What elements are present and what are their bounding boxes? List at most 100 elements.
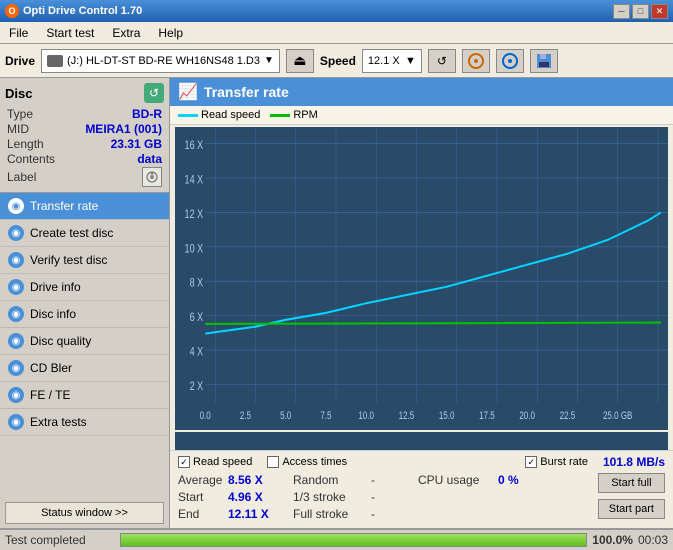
disc-type-value: BD-R [132, 107, 162, 121]
legend-rpm: RPM [270, 109, 317, 121]
cb-burst-rate: Burst rate [525, 456, 588, 468]
stat-cpu-label: CPU usage [418, 473, 498, 487]
cb-read-speed-box[interactable] [178, 456, 190, 468]
menu-start-test[interactable]: Start test [42, 25, 98, 41]
eject-button[interactable]: ⏏ [286, 49, 314, 73]
chart-legend: Read speed RPM [170, 106, 673, 125]
nav-items: ◉ Transfer rate ◉ Create test disc ◉ Ver… [0, 193, 169, 436]
drive-selector[interactable]: (J:) HL-DT-ST BD-RE WH16NS48 1.D3 ▼ [41, 49, 280, 73]
menu-help[interactable]: Help [154, 25, 187, 41]
chart-svg: 16 X 14 X 12 X 10 X 8 X 6 X 4 X 2 X 0.0 … [175, 127, 668, 430]
progress-bar-fill [121, 534, 586, 546]
cb-read-speed: Read speed [178, 456, 252, 468]
nav-drive-info[interactable]: ◉ Drive info [0, 274, 169, 301]
menu-extra[interactable]: Extra [108, 25, 144, 41]
elapsed-time: 00:03 [638, 533, 668, 547]
create-test-disc-icon: ◉ [8, 225, 24, 241]
sidebar: Disc ↺ Type BD-R MID MEIRA1 (001) Length… [0, 78, 170, 528]
cb-burst-rate-box[interactable] [525, 456, 537, 468]
disc-length-value: 23.31 GB [111, 137, 162, 151]
nav-verify-test-disc-label: Verify test disc [30, 253, 107, 267]
chart-area: 📈 Transfer rate Read speed RPM [170, 78, 673, 528]
transfer-rate-icon: ◉ [8, 198, 24, 214]
stat-cpu-row: CPU usage 0 % [418, 473, 538, 487]
drive-dropdown-arrow: ▼ [264, 55, 274, 66]
close-button[interactable]: ✕ [651, 4, 668, 19]
svg-text:7.5: 7.5 [320, 410, 331, 423]
nav-transfer-rate[interactable]: ◉ Transfer rate [0, 193, 169, 220]
title-bar: O Opti Drive Control 1.70 ─ □ ✕ [0, 0, 673, 22]
nav-extra-tests[interactable]: ◉ Extra tests [0, 409, 169, 436]
legend-cyan-color [178, 114, 198, 117]
cb-access-times-box[interactable] [267, 456, 279, 468]
drive-text: (J:) HL-DT-ST BD-RE WH16NS48 1.D3 [67, 55, 260, 67]
start-full-button[interactable]: Start full [598, 473, 665, 493]
disc-button-2[interactable] [496, 49, 524, 73]
stats-right: CPU usage 0 % [418, 473, 538, 524]
disc-contents-label: Contents [7, 152, 55, 166]
nav-disc-info[interactable]: ◉ Disc info [0, 301, 169, 328]
cb-access-times-label: Access times [282, 456, 347, 468]
speed-value: 12.1 X [368, 55, 400, 67]
stat-end-row: End 12.11 X [178, 507, 288, 521]
stat-full-stroke-label: Full stroke [293, 507, 363, 521]
stat-random-row: Random - [293, 473, 413, 487]
menu-file[interactable]: File [5, 25, 32, 41]
nav-disc-quality[interactable]: ◉ Disc quality [0, 328, 169, 355]
nav-fe-te[interactable]: ◉ FE / TE [0, 382, 169, 409]
stat-average-value: 8.56 X [228, 473, 273, 487]
svg-text:0.0: 0.0 [200, 410, 211, 423]
start-part-button[interactable]: Start part [598, 499, 665, 519]
stat-average-row: Average 8.56 X [178, 473, 288, 487]
stat-end-label: End [178, 507, 228, 521]
nav-create-test-disc[interactable]: ◉ Create test disc [0, 220, 169, 247]
action-buttons: Start full Start part [598, 473, 665, 524]
nav-cd-bler-label: CD Bler [30, 361, 72, 375]
cb-read-speed-label: Read speed [193, 456, 252, 468]
nav-fe-te-label: FE / TE [30, 388, 70, 402]
stat-full-stroke-value: - [363, 507, 383, 521]
save-button[interactable] [530, 49, 558, 73]
svg-text:2.5: 2.5 [240, 410, 251, 423]
cb-burst-rate-label: Burst rate [540, 456, 588, 468]
svg-text:10 X: 10 X [185, 242, 204, 256]
stat-average-label: Average [178, 473, 228, 487]
drive-info-icon: ◉ [8, 279, 24, 295]
speed-label: Speed [320, 54, 356, 68]
nav-cd-bler[interactable]: ◉ CD Bler [0, 355, 169, 382]
speed-selector[interactable]: 12.1 X ▼ [362, 49, 422, 73]
svg-text:16 X: 16 X [185, 139, 204, 153]
status-bar: Test completed 100.0% 00:03 [0, 528, 673, 550]
stat-start-label: Start [178, 490, 228, 504]
disc-panel: Disc ↺ Type BD-R MID MEIRA1 (001) Length… [0, 78, 169, 193]
svg-text:2 X: 2 X [190, 380, 204, 394]
app-title: Opti Drive Control 1.70 [23, 5, 142, 17]
extra-tests-icon: ◉ [8, 414, 24, 430]
disc-label-icon[interactable] [142, 167, 162, 187]
disc-type-label: Type [7, 107, 33, 121]
status-window-button[interactable]: Status window >> [5, 502, 164, 524]
nav-extra-tests-label: Extra tests [30, 415, 87, 429]
nav-verify-test-disc[interactable]: ◉ Verify test disc [0, 247, 169, 274]
chart-container: 16 X 14 X 12 X 10 X 8 X 6 X 4 X 2 X 0.0 … [175, 127, 668, 430]
refresh-speed-button[interactable]: ↺ [428, 49, 456, 73]
disc-refresh-button[interactable]: ↺ [144, 83, 164, 103]
disc-info-icon: ◉ [8, 306, 24, 322]
minimize-button[interactable]: ─ [613, 4, 630, 19]
drive-label: Drive [5, 54, 35, 68]
stat-1-3-stroke-row: 1/3 stroke - [293, 490, 413, 504]
stat-start-row: Start 4.96 X [178, 490, 288, 504]
disc-quality-icon: ◉ [8, 333, 24, 349]
svg-text:8 X: 8 X [190, 276, 204, 290]
disc-label-row: Label [5, 167, 164, 187]
stat-random-label: Random [293, 473, 363, 487]
disc-length-row: Length 23.31 GB [5, 137, 164, 151]
stat-cpu-value: 0 % [498, 473, 519, 487]
legend-green-color [270, 114, 290, 117]
chart-header: 📈 Transfer rate [170, 78, 673, 106]
maximize-button[interactable]: □ [632, 4, 649, 19]
disc-button-1[interactable] [462, 49, 490, 73]
stat-full-stroke-row: Full stroke - [293, 507, 413, 521]
svg-text:10.0: 10.0 [358, 410, 374, 423]
svg-text:6 X: 6 X [190, 311, 204, 325]
